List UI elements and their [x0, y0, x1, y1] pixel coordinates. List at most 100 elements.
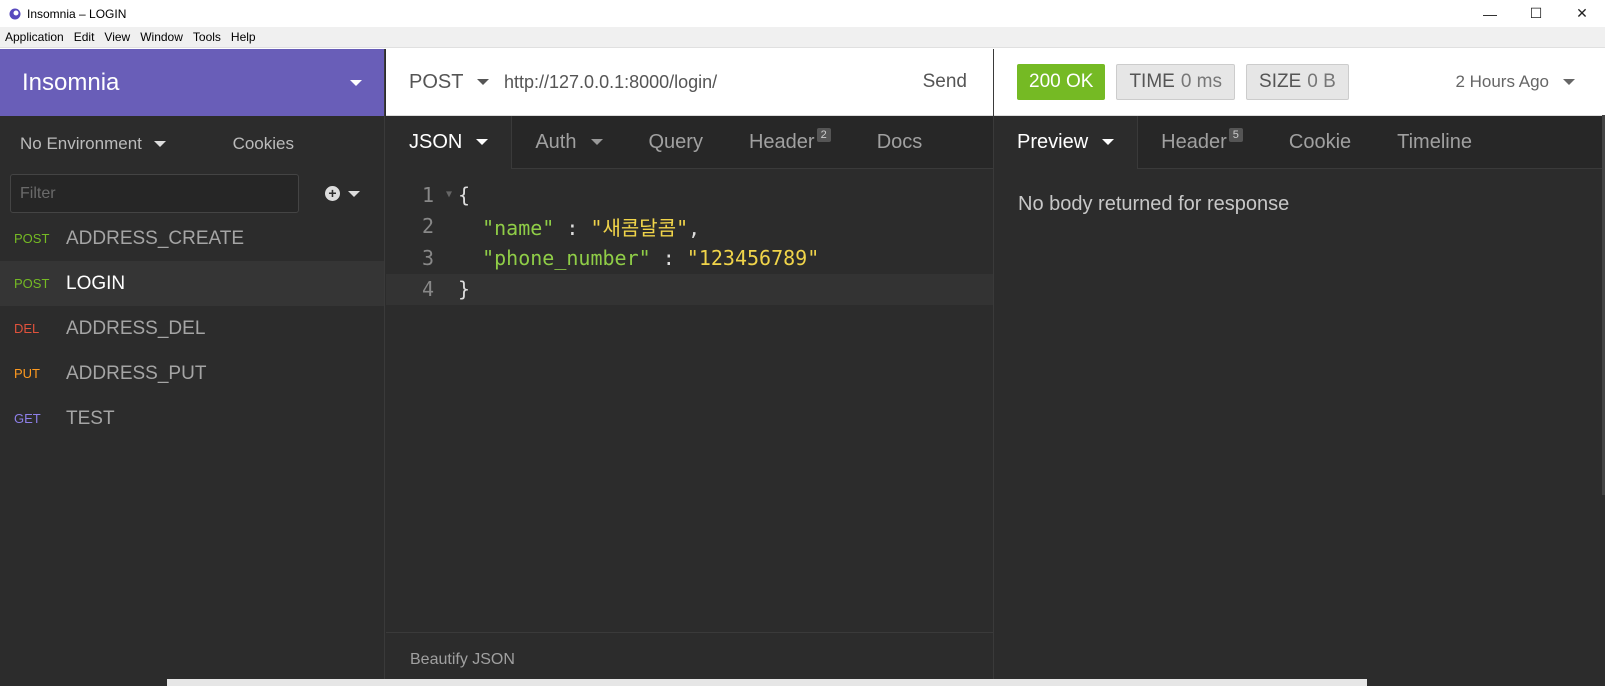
time-ago-label: 2 Hours Ago [1455, 72, 1549, 91]
app-main: Insomnia No Environment Cookies + POST A… [0, 49, 1605, 686]
environment-dropdown[interactable]: No Environment [20, 134, 166, 154]
method-dropdown[interactable]: POST [386, 71, 504, 94]
method-badge: DEL [14, 321, 40, 336]
tab-label: Preview [1017, 130, 1089, 153]
request-item-test[interactable]: GET TEST [0, 396, 384, 441]
response-status-bar: 200 OK TIME 0 ms SIZE 0 B 2 Hours Ago [994, 49, 1605, 116]
tab-auth[interactable]: Auth [512, 116, 625, 169]
beautify-json-button[interactable]: Beautify JSON [386, 632, 993, 686]
tab-query[interactable]: Query [626, 116, 726, 169]
response-tabs: Preview Header 5 Cookie Timeline [994, 115, 1605, 169]
code-line: 3 "phone_number" : "123456789" [386, 242, 993, 274]
menu-edit[interactable]: Edit [69, 30, 100, 44]
json-value: "123456789" [686, 245, 820, 270]
request-name: TEST [66, 407, 115, 429]
tab-label: Docs [876, 130, 923, 153]
tab-body-json[interactable]: JSON [386, 115, 513, 169]
chevron-down-icon [348, 190, 360, 197]
filter-input[interactable] [10, 174, 299, 213]
request-item-address-put[interactable]: PUT ADDRESS_PUT [0, 351, 384, 396]
code-text: } [458, 277, 471, 302]
request-list: POST ADDRESS_CREATE POST LOGIN DEL ADDRE… [0, 216, 384, 441]
menu-view[interactable]: View [99, 30, 135, 44]
code-text: "phone_number" : "123456789" [458, 246, 819, 270]
tab-response-header[interactable]: Header 5 [1138, 116, 1266, 169]
size-label: SIZE [1259, 71, 1302, 92]
request-name: ADDRESS_CREATE [66, 227, 245, 249]
code-line: 4 } [386, 273, 993, 305]
url-input[interactable]: http://127.0.0.1:8000/login/ [504, 72, 923, 93]
tab-label: Auth [535, 130, 577, 153]
code-line: 2 "name" : "새콤달콤", [386, 211, 993, 243]
minimize-button[interactable]: — [1467, 0, 1513, 27]
chevron-down-icon [590, 139, 603, 145]
response-pane: 200 OK TIME 0 ms SIZE 0 B 2 Hours Ago Pr… [993, 49, 1605, 686]
json-key: "name" [482, 215, 555, 240]
tab-label: Timeline [1397, 130, 1472, 153]
tab-label: JSON [409, 130, 463, 153]
method-label: POST [409, 70, 464, 93]
request-name: ADDRESS_DEL [66, 317, 206, 339]
json-value: "새콤달콤" [590, 215, 689, 240]
line-number: 4 [421, 277, 434, 302]
history-dropdown[interactable]: 2 Hours Ago [1455, 72, 1575, 92]
insomnia-logo-icon [9, 8, 21, 19]
request-pane: POST http://127.0.0.1:8000/login/ Send J… [386, 49, 993, 686]
time-value: 0 ms [1180, 71, 1223, 92]
menu-help[interactable]: Help [226, 30, 261, 44]
menu-application[interactable]: Application [0, 30, 69, 44]
request-item-address-create[interactable]: POST ADDRESS_CREATE [0, 216, 384, 261]
fold-arrow-icon[interactable]: ▼ [446, 189, 458, 200]
body-editor[interactable]: 1 ▼ { 2 "name" : "새콤달콤", 3 "phone_number… [386, 169, 993, 619]
status-badge: 200 OK [1017, 64, 1106, 100]
environment-label: No Environment [20, 133, 142, 153]
send-button[interactable]: Send [923, 71, 993, 93]
request-tabs: JSON Auth Query Header 2 Docs [386, 115, 993, 169]
line-number: 1 [421, 182, 434, 207]
menu-window[interactable]: Window [135, 30, 188, 44]
request-name: ADDRESS_PUT [66, 362, 207, 384]
window-titlebar: Insomnia – LOGIN — ☐ ✕ [0, 0, 1605, 27]
tab-timeline[interactable]: Timeline [1374, 116, 1495, 169]
filter-row: + [0, 171, 384, 216]
plus-circle-icon: + [325, 186, 340, 201]
chevron-down-icon [153, 140, 166, 147]
line-number: 3 [421, 245, 434, 270]
sidebar: Insomnia No Environment Cookies + POST A… [0, 49, 385, 686]
tab-docs[interactable]: Docs [854, 116, 946, 169]
request-name: LOGIN [66, 272, 126, 294]
json-separator: : [554, 215, 591, 240]
window-controls: — ☐ ✕ [1467, 0, 1605, 27]
horizontal-scrollbar[interactable] [167, 679, 1367, 686]
json-comma: , [688, 215, 701, 240]
close-button[interactable]: ✕ [1559, 0, 1605, 27]
time-badge: TIME 0 ms [1116, 64, 1236, 100]
window-title: Insomnia – LOGIN [27, 6, 127, 21]
environment-row: No Environment Cookies [0, 116, 384, 171]
code-line: 1 ▼ { [386, 179, 993, 211]
menu-tools[interactable]: Tools [188, 30, 226, 44]
url-bar: POST http://127.0.0.1:8000/login/ Send [386, 49, 993, 116]
request-item-login[interactable]: POST LOGIN [0, 261, 384, 306]
method-badge: POST [14, 276, 50, 291]
workspace-name: Insomnia [22, 68, 120, 96]
chevron-down-icon [477, 79, 490, 85]
time-label: TIME [1129, 71, 1175, 92]
header-count-badge: 5 [1228, 128, 1243, 142]
add-request-button[interactable]: + [325, 186, 360, 201]
cookies-button[interactable]: Cookies [233, 134, 294, 154]
request-item-address-del[interactable]: DEL ADDRESS_DEL [0, 306, 384, 351]
workspace-dropdown[interactable]: Insomnia [0, 49, 384, 116]
tab-cookie[interactable]: Cookie [1266, 116, 1374, 169]
tab-preview[interactable]: Preview [994, 115, 1139, 169]
chevron-down-icon [476, 139, 489, 145]
tab-header[interactable]: Header 2 [726, 116, 854, 169]
method-badge: PUT [14, 366, 40, 381]
method-badge: POST [14, 231, 50, 246]
tab-label: Header [1161, 130, 1227, 153]
code-text: { [458, 182, 471, 207]
maximize-button[interactable]: ☐ [1513, 0, 1559, 27]
tab-label: Cookie [1288, 130, 1352, 153]
menu-bar: Application Edit View Window Tools Help [0, 27, 1605, 48]
size-badge: SIZE 0 B [1246, 64, 1349, 100]
